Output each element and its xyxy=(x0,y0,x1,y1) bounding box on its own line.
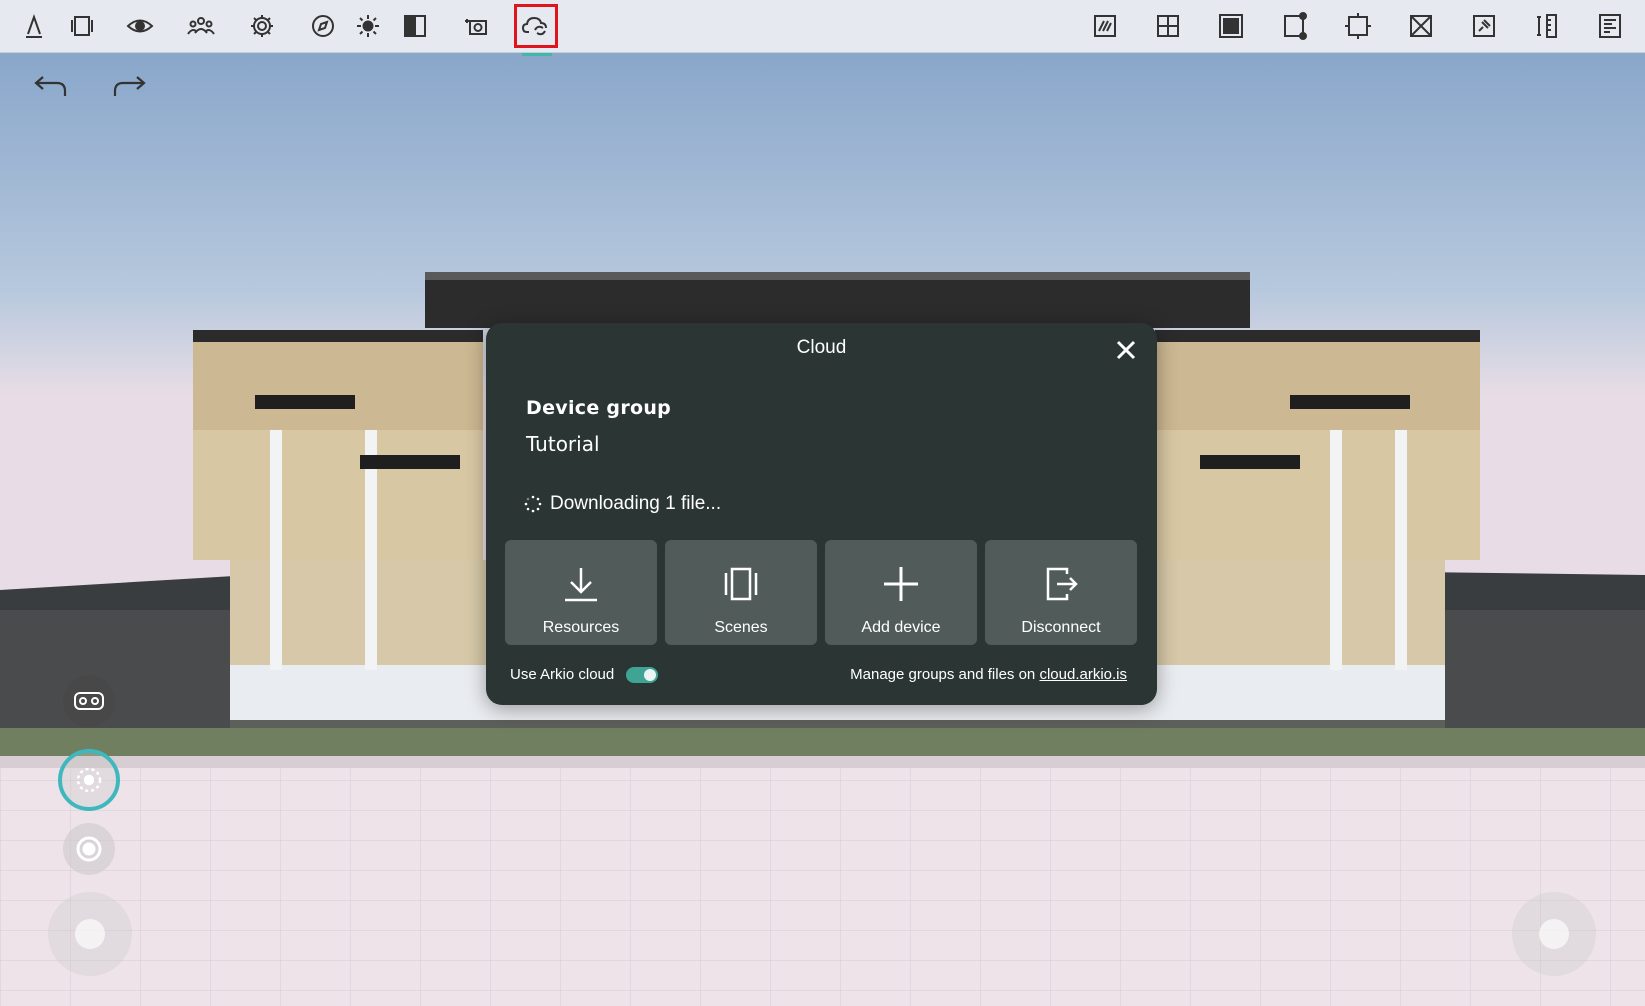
split-view-icon[interactable] xyxy=(395,6,435,46)
resources-button[interactable]: Resources xyxy=(505,540,657,645)
disconnect-button[interactable]: Disconnect xyxy=(985,540,1137,645)
manage-text: Manage groups and files on cloud.arkio.i… xyxy=(850,666,1127,683)
undo-button[interactable] xyxy=(28,66,72,106)
pencil-icon[interactable] xyxy=(14,6,54,46)
action-buttons: Resources Scenes Add device Disconnect xyxy=(505,540,1137,645)
scenes-label: Scenes xyxy=(714,619,768,636)
cloud-dialog: Cloud Device group Tutorial Downloading … xyxy=(486,323,1157,705)
use-cloud-toggle[interactable] xyxy=(626,666,659,683)
exit-icon xyxy=(1046,567,1078,601)
panel-frame-icon[interactable] xyxy=(62,6,102,46)
scenes-button[interactable]: Scenes xyxy=(665,540,817,645)
target-button[interactable] xyxy=(63,823,115,875)
add-device-label: Add device xyxy=(861,619,941,636)
joystick-right-knob[interactable] xyxy=(1539,919,1569,949)
download-status: Downloading 1 file... xyxy=(524,493,721,515)
target-icon xyxy=(76,836,102,862)
cloud-sync-icon[interactable] xyxy=(514,4,558,56)
scenes-icon xyxy=(724,567,758,601)
vr-headset-icon xyxy=(74,692,104,710)
joystick-right[interactable] xyxy=(1512,892,1596,976)
compass-icon[interactable] xyxy=(303,6,343,46)
cloud-link[interactable]: cloud.arkio.is xyxy=(1039,666,1127,683)
joystick-left-knob[interactable] xyxy=(75,919,105,949)
filled-square-icon[interactable] xyxy=(1211,6,1251,46)
manage-label: Manage groups and files on xyxy=(850,666,1036,683)
disconnect-label: Disconnect xyxy=(1021,619,1101,636)
ruler-icon[interactable] xyxy=(1527,6,1567,46)
add-device-button[interactable]: Add device xyxy=(825,540,977,645)
select-frame-icon[interactable] xyxy=(1338,6,1378,46)
status-text: Downloading 1 file... xyxy=(550,493,722,514)
gear-icon[interactable] xyxy=(242,6,282,46)
spinner-icon xyxy=(524,495,542,513)
resize-corner-icon[interactable] xyxy=(1275,6,1315,46)
use-cloud-row: Use Arkio cloud xyxy=(510,666,659,683)
plus-icon xyxy=(884,567,918,601)
active-indicator xyxy=(522,53,552,56)
vr-headset-button[interactable] xyxy=(63,675,115,727)
eye-icon[interactable] xyxy=(120,6,160,46)
screenshot-icon[interactable] xyxy=(455,6,495,46)
sketch-icon[interactable] xyxy=(1085,6,1125,46)
grid-icon[interactable] xyxy=(1148,6,1188,46)
dialog-title: Cloud xyxy=(796,337,847,358)
orbit-icon xyxy=(76,767,102,793)
crossed-box-icon[interactable] xyxy=(1401,6,1441,46)
download-icon xyxy=(565,568,597,602)
redo-button[interactable] xyxy=(108,66,152,106)
use-cloud-label: Use Arkio cloud xyxy=(510,666,615,683)
orbit-button[interactable] xyxy=(58,749,120,811)
people-icon[interactable] xyxy=(181,6,221,46)
top-toolbar xyxy=(0,0,1645,56)
joystick-left[interactable] xyxy=(48,892,132,976)
pin-box-icon[interactable] xyxy=(1464,6,1504,46)
sun-icon[interactable] xyxy=(348,6,388,46)
resources-label: Resources xyxy=(542,619,620,636)
document-icon[interactable] xyxy=(1590,6,1630,46)
device-group-heading: Device group xyxy=(526,397,672,419)
device-group-name: Tutorial xyxy=(526,432,600,456)
close-icon[interactable] xyxy=(1111,335,1141,365)
